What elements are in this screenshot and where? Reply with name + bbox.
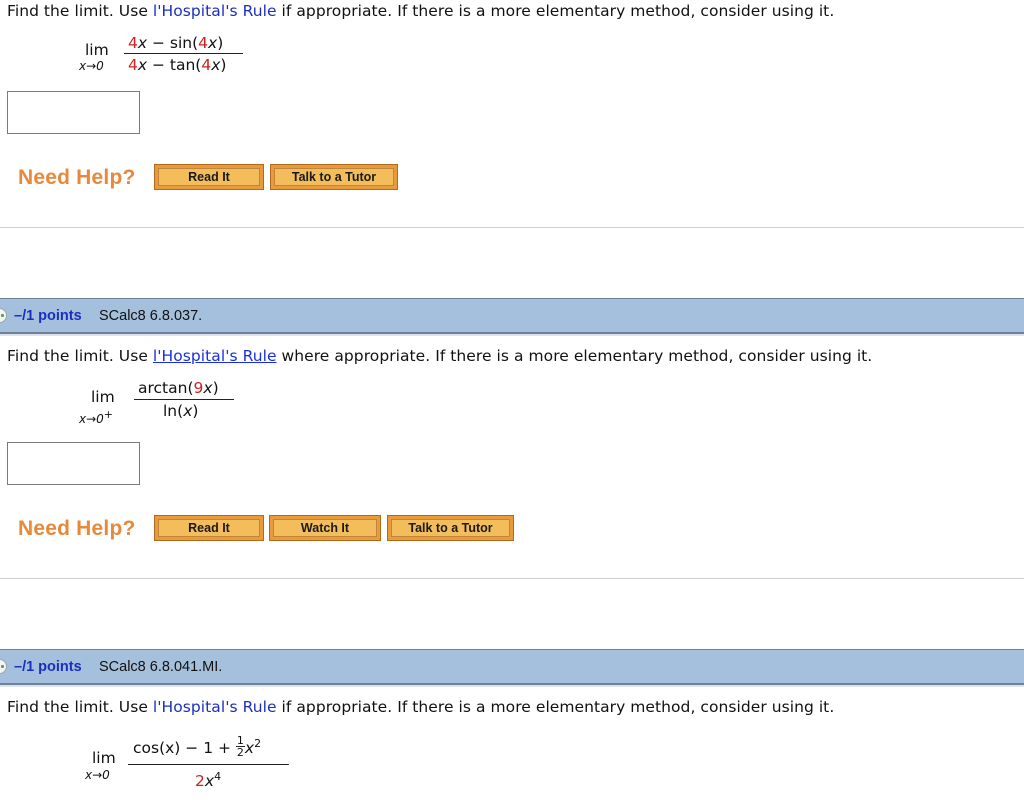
- question-2-instruction: Find the limit. Use l'Hospital's Rule wh…: [7, 347, 873, 365]
- limit-numerator: 4x − sin(4x): [128, 34, 223, 52]
- math-variable: x: [183, 402, 193, 420]
- math-variable: x: [208, 34, 218, 52]
- math-coefficient: 4: [128, 56, 138, 74]
- question-3-header: –/1 points SCalc8 6.8.041.MI.: [0, 649, 1024, 685]
- math-coefficient: 4: [128, 34, 138, 52]
- points-label: –/1 points: [14, 659, 82, 675]
- math-text: ): [192, 402, 199, 420]
- math-text: ): [212, 379, 219, 397]
- fraction-bar: [134, 399, 234, 400]
- math-text: arctan(: [138, 379, 194, 397]
- lhospital-rule-link[interactable]: l'Hospital's Rule: [153, 347, 277, 365]
- lhospital-rule-link[interactable]: l'Hospital's Rule: [153, 698, 277, 716]
- watch-it-button[interactable]: Watch It: [269, 515, 381, 541]
- limit-denominator: ln(x): [163, 402, 198, 420]
- fraction-bar: [128, 764, 289, 765]
- math-variable: x: [203, 379, 213, 397]
- math-text: ): [217, 34, 224, 52]
- one-half-fraction: 12: [235, 734, 245, 759]
- lim-approach: x→0: [85, 768, 110, 782]
- lim-label: lim: [92, 749, 116, 767]
- math-text: − tan(: [147, 56, 202, 74]
- question-divider: [0, 227, 1024, 228]
- lim-approach: x→0: [79, 59, 104, 73]
- question-1-instruction: Find the limit. Use l'Hospital's Rule if…: [7, 2, 835, 20]
- lhospital-rule-link[interactable]: l'Hospital's Rule: [153, 2, 277, 20]
- limit-denominator: 4x − tan(4x): [128, 56, 226, 74]
- question-id: SCalc8 6.8.041.MI.: [99, 659, 223, 675]
- answer-input-1[interactable]: [7, 91, 140, 134]
- math-text: ln(: [163, 402, 184, 420]
- read-it-button[interactable]: Read It: [154, 515, 264, 541]
- lim-label: lim: [91, 388, 115, 406]
- math-coefficient: 9: [193, 379, 204, 397]
- question-3-instruction: Find the limit. Use l'Hospital's Rule if…: [7, 698, 835, 716]
- need-help-label: Need Help?: [18, 517, 136, 540]
- limit-numerator: arctan(9x): [138, 379, 219, 397]
- math-coefficient: 4: [201, 56, 212, 74]
- question-divider: [0, 578, 1024, 579]
- limit-numerator: cos(x) − 1 + 1 2 x2: [133, 734, 262, 759]
- header-shadow: [0, 334, 1024, 336]
- math-text: − sin(: [147, 34, 199, 52]
- math-variable: x: [137, 34, 148, 52]
- talk-to-tutor-button[interactable]: Talk to a Tutor: [270, 164, 398, 190]
- question-id: SCalc8 6.8.037.: [99, 308, 203, 324]
- talk-to-tutor-button[interactable]: Talk to a Tutor: [387, 515, 514, 541]
- math-coefficient: 4: [198, 34, 209, 52]
- math-variable: x: [137, 56, 148, 74]
- read-it-button[interactable]: Read It: [154, 164, 264, 190]
- need-help-label: Need Help?: [18, 166, 136, 189]
- header-shadow: [0, 685, 1024, 687]
- lim-approach: x→0+: [79, 408, 114, 426]
- question-2-header: –/1 points SCalc8 6.8.037.: [0, 298, 1024, 334]
- expand-toggle-icon[interactable]: [0, 659, 7, 674]
- expand-toggle-icon[interactable]: [0, 308, 7, 323]
- answer-input-2[interactable]: [7, 442, 140, 485]
- limit-denominator: 2x4: [195, 770, 222, 790]
- fraction-bar: [124, 53, 243, 54]
- points-label: –/1 points: [14, 308, 82, 324]
- lim-label: lim: [85, 41, 109, 59]
- math-text: ): [220, 56, 227, 74]
